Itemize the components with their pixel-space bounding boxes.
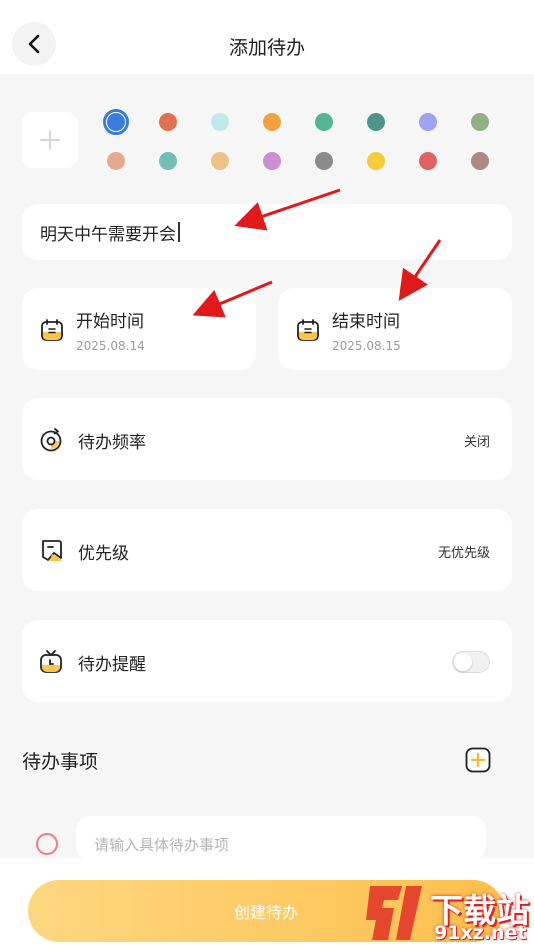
color-swatch[interactable] xyxy=(315,152,333,170)
color-swatch[interactable] xyxy=(103,109,129,135)
add-todo-button[interactable] xyxy=(465,747,491,773)
todo-section-title: 待办事项 xyxy=(22,751,99,773)
priority-label: 优先级 xyxy=(78,544,129,564)
end-time-label: 结束时间 xyxy=(332,312,400,332)
color-swatch[interactable] xyxy=(107,152,125,170)
color-swatch[interactable] xyxy=(159,113,177,131)
color-swatch[interactable] xyxy=(315,113,333,131)
title-input-value: 明天中午需要开会 xyxy=(40,224,176,245)
end-time-date: 2025.08.15 xyxy=(332,339,401,353)
color-swatch[interactable] xyxy=(159,152,177,170)
calendar-icon xyxy=(41,319,63,341)
add-color-button[interactable] xyxy=(22,112,78,168)
text-caret xyxy=(178,222,180,242)
watermark-site: 91xz.net xyxy=(434,922,527,944)
flag-icon xyxy=(42,540,62,561)
color-swatch[interactable] xyxy=(471,152,489,170)
watermark-logo-icon xyxy=(366,886,422,940)
color-swatch[interactable] xyxy=(419,113,437,131)
title-input[interactable]: 明天中午需要开会 xyxy=(22,204,512,260)
color-swatch[interactable] xyxy=(263,113,281,131)
todo-check-circle[interactable] xyxy=(36,833,58,855)
plus-icon xyxy=(40,130,60,150)
repeat-icon xyxy=(40,428,62,452)
frequency-label: 待办频率 xyxy=(78,433,146,453)
start-time-label: 开始时间 xyxy=(76,312,144,332)
priority-value: 无优先级 xyxy=(437,546,490,561)
color-picker xyxy=(22,102,512,182)
color-swatch[interactable] xyxy=(263,152,281,170)
top-bar: 添加待办 xyxy=(0,0,534,74)
alarm-tv-icon xyxy=(40,650,62,673)
frequency-value: 关闭 xyxy=(463,435,490,450)
calendar-icon xyxy=(297,319,319,341)
todo-input[interactable]: 请输入具体待办事项 xyxy=(76,816,486,860)
end-time-card[interactable]: 结束时间 2025.08.15 xyxy=(278,288,512,370)
color-swatch[interactable] xyxy=(419,152,437,170)
color-swatch[interactable] xyxy=(471,113,489,131)
color-swatch[interactable] xyxy=(211,152,229,170)
start-time-date: 2025.08.14 xyxy=(76,339,145,353)
todo-item: 请输入具体待办事项 xyxy=(22,805,512,860)
color-swatch[interactable] xyxy=(367,152,385,170)
selected-swatch-fill xyxy=(107,113,125,131)
start-time-card[interactable]: 开始时间 2025.08.14 xyxy=(22,288,256,370)
page-title: 添加待办 xyxy=(228,37,305,59)
frequency-row[interactable]: 待办频率 关闭 xyxy=(22,398,512,480)
reminder-toggle[interactable] xyxy=(452,651,490,673)
color-swatch[interactable] xyxy=(367,113,385,131)
toggle-knob xyxy=(454,653,472,671)
watermark: 下载站 91xz.net xyxy=(360,878,532,948)
reminder-label: 待办提醒 xyxy=(78,655,146,675)
priority-row[interactable]: 优先级 无优先级 xyxy=(22,509,512,591)
color-swatch[interactable] xyxy=(211,113,229,131)
reminder-row: 待办提醒 xyxy=(22,620,512,702)
